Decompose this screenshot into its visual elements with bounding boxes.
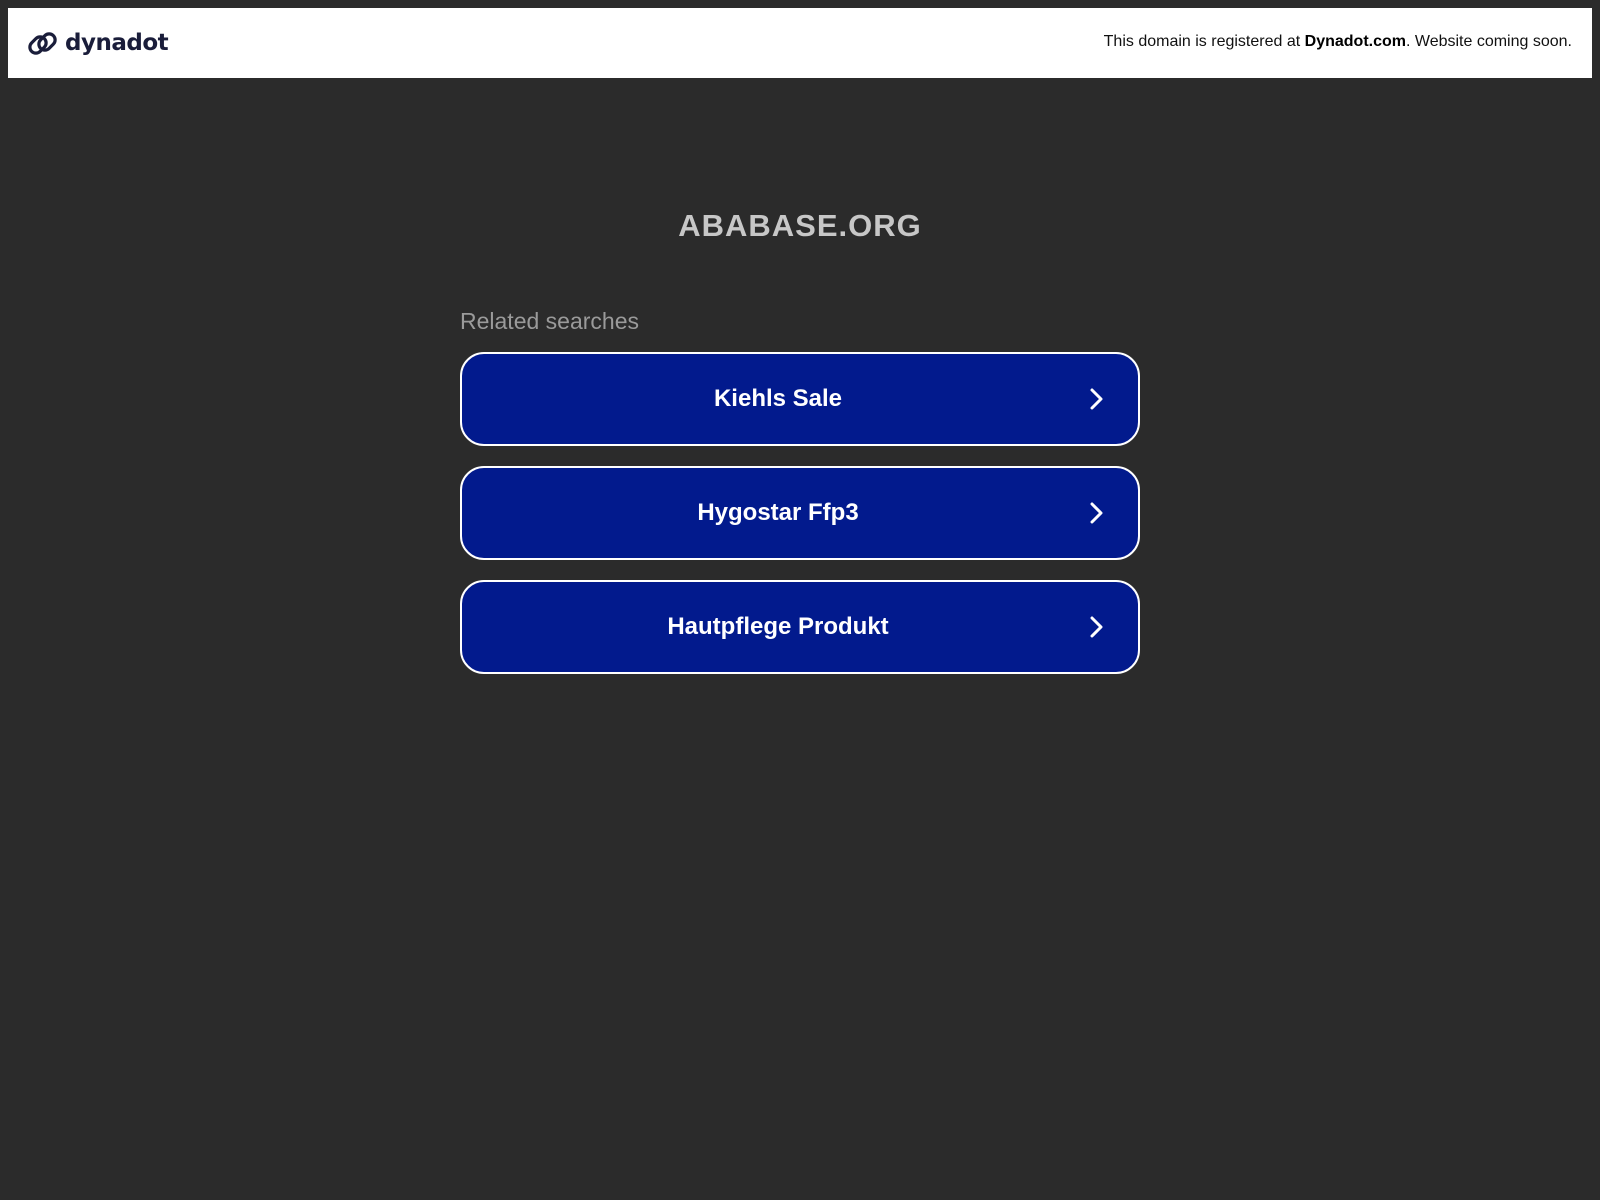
related-search-label: Hautpflege Produkt [667,613,889,640]
notice-brand: Dynadot.com [1304,33,1406,50]
related-search-label: Hygostar Ffp3 [697,499,859,526]
link-icon [27,27,58,60]
registration-notice: This domain is registered at Dynadot.com… [1104,33,1572,51]
related-search-label: Kiehls Sale [713,385,843,412]
related-search-button[interactable]: Hygostar Ffp3 [460,466,1140,560]
chevron-right-icon [1084,387,1108,411]
related-search-button[interactable]: Hautpflege Produkt [460,580,1140,674]
logo-text: dynadot [65,30,169,56]
chevron-right-icon [1084,501,1108,525]
domain-title: ABABASE.ORG [678,208,922,243]
dynadot-logo[interactable]: dynadot [27,26,169,60]
related-results-list: Kiehls Sale Hygostar Ffp3 Hautpflege Pro… [460,352,1140,694]
notice-suffix: . Website coming soon. [1405,33,1572,50]
top-bar: dynadot This domain is registered at Dyn… [8,8,1592,78]
related-search-button[interactable]: Kiehls Sale [460,352,1140,446]
notice-prefix: This domain is registered at [1103,33,1305,50]
related-searches-label: Related searches [460,308,639,334]
chevron-right-icon [1084,615,1108,639]
